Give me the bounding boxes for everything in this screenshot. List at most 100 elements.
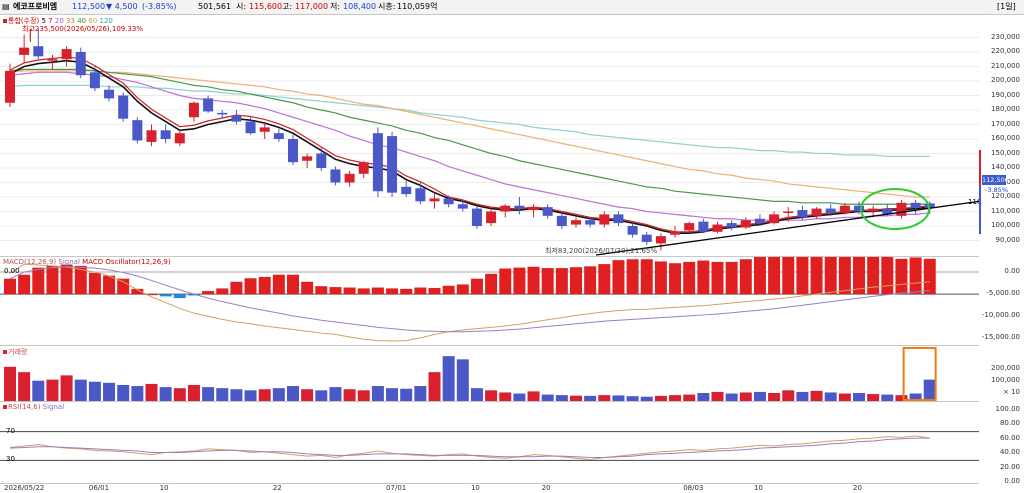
candle-down — [273, 133, 284, 139]
candle-down — [443, 198, 454, 205]
macd-osc-bar — [527, 266, 540, 295]
candle-up — [783, 211, 794, 213]
volume-bar — [18, 372, 31, 401]
candle-down — [118, 95, 129, 119]
volume-pane[interactable]: 거래량 — [0, 345, 979, 402]
macd-osc-bar — [584, 266, 597, 295]
candle-up — [839, 205, 850, 213]
volume-bar — [853, 392, 865, 401]
macd-tick: -10,000.00 — [981, 311, 1020, 320]
candle-down — [89, 72, 100, 89]
candle-up — [259, 127, 270, 132]
volume-bar — [272, 388, 285, 401]
macd-osc-bar — [117, 278, 130, 295]
volume-bar — [74, 379, 87, 401]
macd-osc-bar — [640, 259, 653, 295]
macd-pane[interactable]: MACD(12,26,9) Signal MACD Oscillator(12,… — [0, 256, 979, 346]
candle-down — [104, 89, 115, 99]
x-tick: 2026/05/22 — [4, 484, 45, 492]
volume-bar — [810, 390, 823, 401]
volume-bar — [470, 388, 483, 401]
candle-up — [868, 208, 879, 212]
volume-bar — [428, 372, 441, 401]
macd-chart[interactable] — [0, 257, 979, 346]
price-tick: 100,000 — [991, 221, 1020, 229]
macd-tick: 0.00 — [1004, 267, 1020, 276]
macd-signal-label: Signal — [58, 258, 80, 266]
macd-osc-bar — [867, 257, 880, 295]
volume-bar — [202, 387, 215, 401]
macd-osc-bar — [796, 257, 809, 295]
macd-osc-bar — [697, 260, 710, 295]
candle-down — [471, 208, 482, 226]
menu-icon[interactable]: ▤ — [2, 0, 10, 14]
volume-bar — [315, 390, 328, 401]
rsi-legend-swatch — [3, 405, 7, 409]
macd-osc-bar — [343, 287, 356, 295]
x-tick: 08/03 — [683, 484, 704, 492]
candle-up — [358, 162, 369, 174]
candle-up — [896, 202, 907, 216]
volume-chart[interactable] — [0, 346, 979, 402]
macd-osc-bar — [768, 257, 781, 295]
candle-down — [754, 218, 765, 224]
rsi-tick: 80.00 — [999, 419, 1020, 428]
candle-down — [825, 208, 836, 213]
high-value: 117,000 — [295, 2, 329, 11]
legend-swatch — [3, 19, 7, 23]
price-tick: 210,000 — [991, 61, 1020, 70]
macd-osc-bar — [244, 278, 257, 295]
macd-osc-bar — [753, 257, 766, 295]
candle-down — [330, 169, 341, 183]
volume-tick-100k: 100,000 — [991, 376, 1020, 384]
macd-osc-bar — [371, 287, 384, 295]
price-tick: 230,000 — [991, 32, 1020, 41]
candle-down — [797, 210, 808, 218]
candle-up — [5, 70, 15, 103]
macd-osc-bar — [739, 259, 752, 295]
macd-legend: MACD(12,26,9) Signal MACD Oscillator(12,… — [3, 258, 171, 266]
candle-up — [47, 59, 58, 61]
candle-up — [571, 220, 581, 225]
candle-down — [401, 186, 412, 195]
price-tick: 90,000 — [995, 235, 1021, 244]
volume-bar — [60, 375, 73, 401]
macd-osc-bar — [230, 281, 243, 295]
rsi-chart[interactable] — [0, 402, 979, 484]
macd-tick: -5,000.00 — [986, 289, 1020, 298]
candle-down — [585, 220, 596, 225]
macd-osc-bar — [824, 257, 837, 295]
volume-bar — [768, 392, 781, 401]
candle-up — [146, 130, 157, 142]
price-chart[interactable] — [0, 15, 979, 257]
macd-osc-bar — [329, 287, 342, 295]
macd-osc-bar — [923, 258, 936, 295]
candle-up — [188, 102, 199, 118]
price-tick: 220,000 — [991, 47, 1020, 55]
low-label: 저: — [330, 2, 341, 11]
ma7-line — [9, 56, 930, 233]
low-value: 108,400 — [343, 2, 377, 11]
macd-osc-bar — [4, 278, 16, 295]
candle-up — [740, 220, 751, 228]
candle-down — [288, 139, 298, 163]
volume-bar — [513, 393, 526, 401]
macd-osc-bar — [725, 261, 738, 295]
price-pane[interactable]: 통합(수정) 5 7 20 33 40 60 120 최고235,500(202… — [0, 14, 981, 257]
macd-osc-bar — [555, 268, 568, 295]
market-cap-label: 시총: — [378, 2, 396, 11]
macd-osc-bar — [357, 288, 370, 295]
rsi-pane[interactable]: RSI(14,6) Signal 70 30 — [0, 401, 979, 484]
period-selector[interactable]: [1일] — [997, 0, 1016, 14]
volume-bar — [258, 389, 271, 401]
volume-bar — [485, 390, 498, 401]
volume-bar — [244, 390, 257, 401]
ma120-line — [9, 84, 930, 157]
candle-down — [627, 226, 638, 235]
stock-name[interactable]: 에코프로비엠 — [13, 0, 57, 14]
macd-osc-bar — [272, 274, 285, 295]
candle-down — [203, 98, 214, 112]
macd-osc-bar — [32, 267, 45, 295]
candle-up — [769, 214, 780, 224]
macd-osc-bar — [18, 274, 31, 295]
